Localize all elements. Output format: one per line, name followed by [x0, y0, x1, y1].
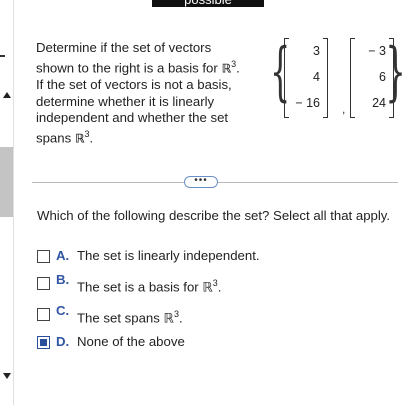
- scrollbar-thumb[interactable]: [0, 147, 13, 217]
- top-banner: possible: [152, 0, 264, 7]
- scroll-down-arrow-icon[interactable]: [3, 373, 11, 379]
- option-label: None of the above: [77, 334, 185, 349]
- option-text: The set spans ℝ: [77, 310, 174, 326]
- checkbox[interactable]: [37, 308, 50, 321]
- option-label: The set is linearly independent.: [77, 248, 260, 263]
- question-part-1: Determine if the set of vectors shown to…: [36, 40, 222, 76]
- vector-1-entry-1: 3: [313, 44, 320, 58]
- vector-separator: ,: [342, 102, 346, 116]
- option-text: The set is a basis for ℝ: [77, 279, 213, 295]
- banner-text: possible: [152, 0, 264, 7]
- vector-2-entry-1: − 3: [368, 44, 386, 58]
- question-text: Determine if the set of vectors shown to…: [36, 40, 246, 147]
- option-text: The set is linearly independent.: [77, 248, 260, 263]
- vector-2-entry-3: 24: [372, 96, 386, 110]
- checkbox[interactable]: [37, 250, 50, 263]
- vector-2-entry-2: 6: [379, 70, 386, 84]
- vector-1-entry-2: 4: [313, 70, 320, 84]
- prompt-text: Which of the following describe the set?…: [37, 208, 391, 223]
- checkbox-checked[interactable]: [37, 336, 50, 349]
- option-letter: C.: [56, 303, 70, 318]
- option-label: The set spans ℝ3.: [77, 309, 183, 326]
- question-part-3: .: [89, 130, 94, 146]
- left-panel-border: [13, 0, 14, 405]
- option-label: The set is a basis for ℝ3.: [77, 278, 221, 295]
- scroll-up-arrow-icon[interactable]: [3, 92, 11, 98]
- collapse-dash-icon[interactable]: [0, 55, 5, 57]
- vector-1-entry-3: − 16: [295, 96, 320, 110]
- bracket-right: [323, 38, 328, 118]
- option-letter: A.: [56, 248, 70, 263]
- vector-set: { 3 4 − 16 , − 3 6 24 }: [270, 28, 406, 120]
- vector-1: 3 4 − 16: [284, 38, 328, 118]
- option-tail: .: [217, 279, 222, 295]
- right-brace-icon: }: [385, 35, 406, 109]
- option-letter: D.: [56, 334, 70, 349]
- option-tail: .: [178, 310, 183, 326]
- option-text: None of the above: [77, 334, 185, 349]
- real-space-symbol: ℝ: [221, 61, 232, 76]
- option-letter: B.: [56, 272, 70, 287]
- checkbox[interactable]: [37, 277, 50, 290]
- more-options-button[interactable]: •••: [184, 176, 218, 188]
